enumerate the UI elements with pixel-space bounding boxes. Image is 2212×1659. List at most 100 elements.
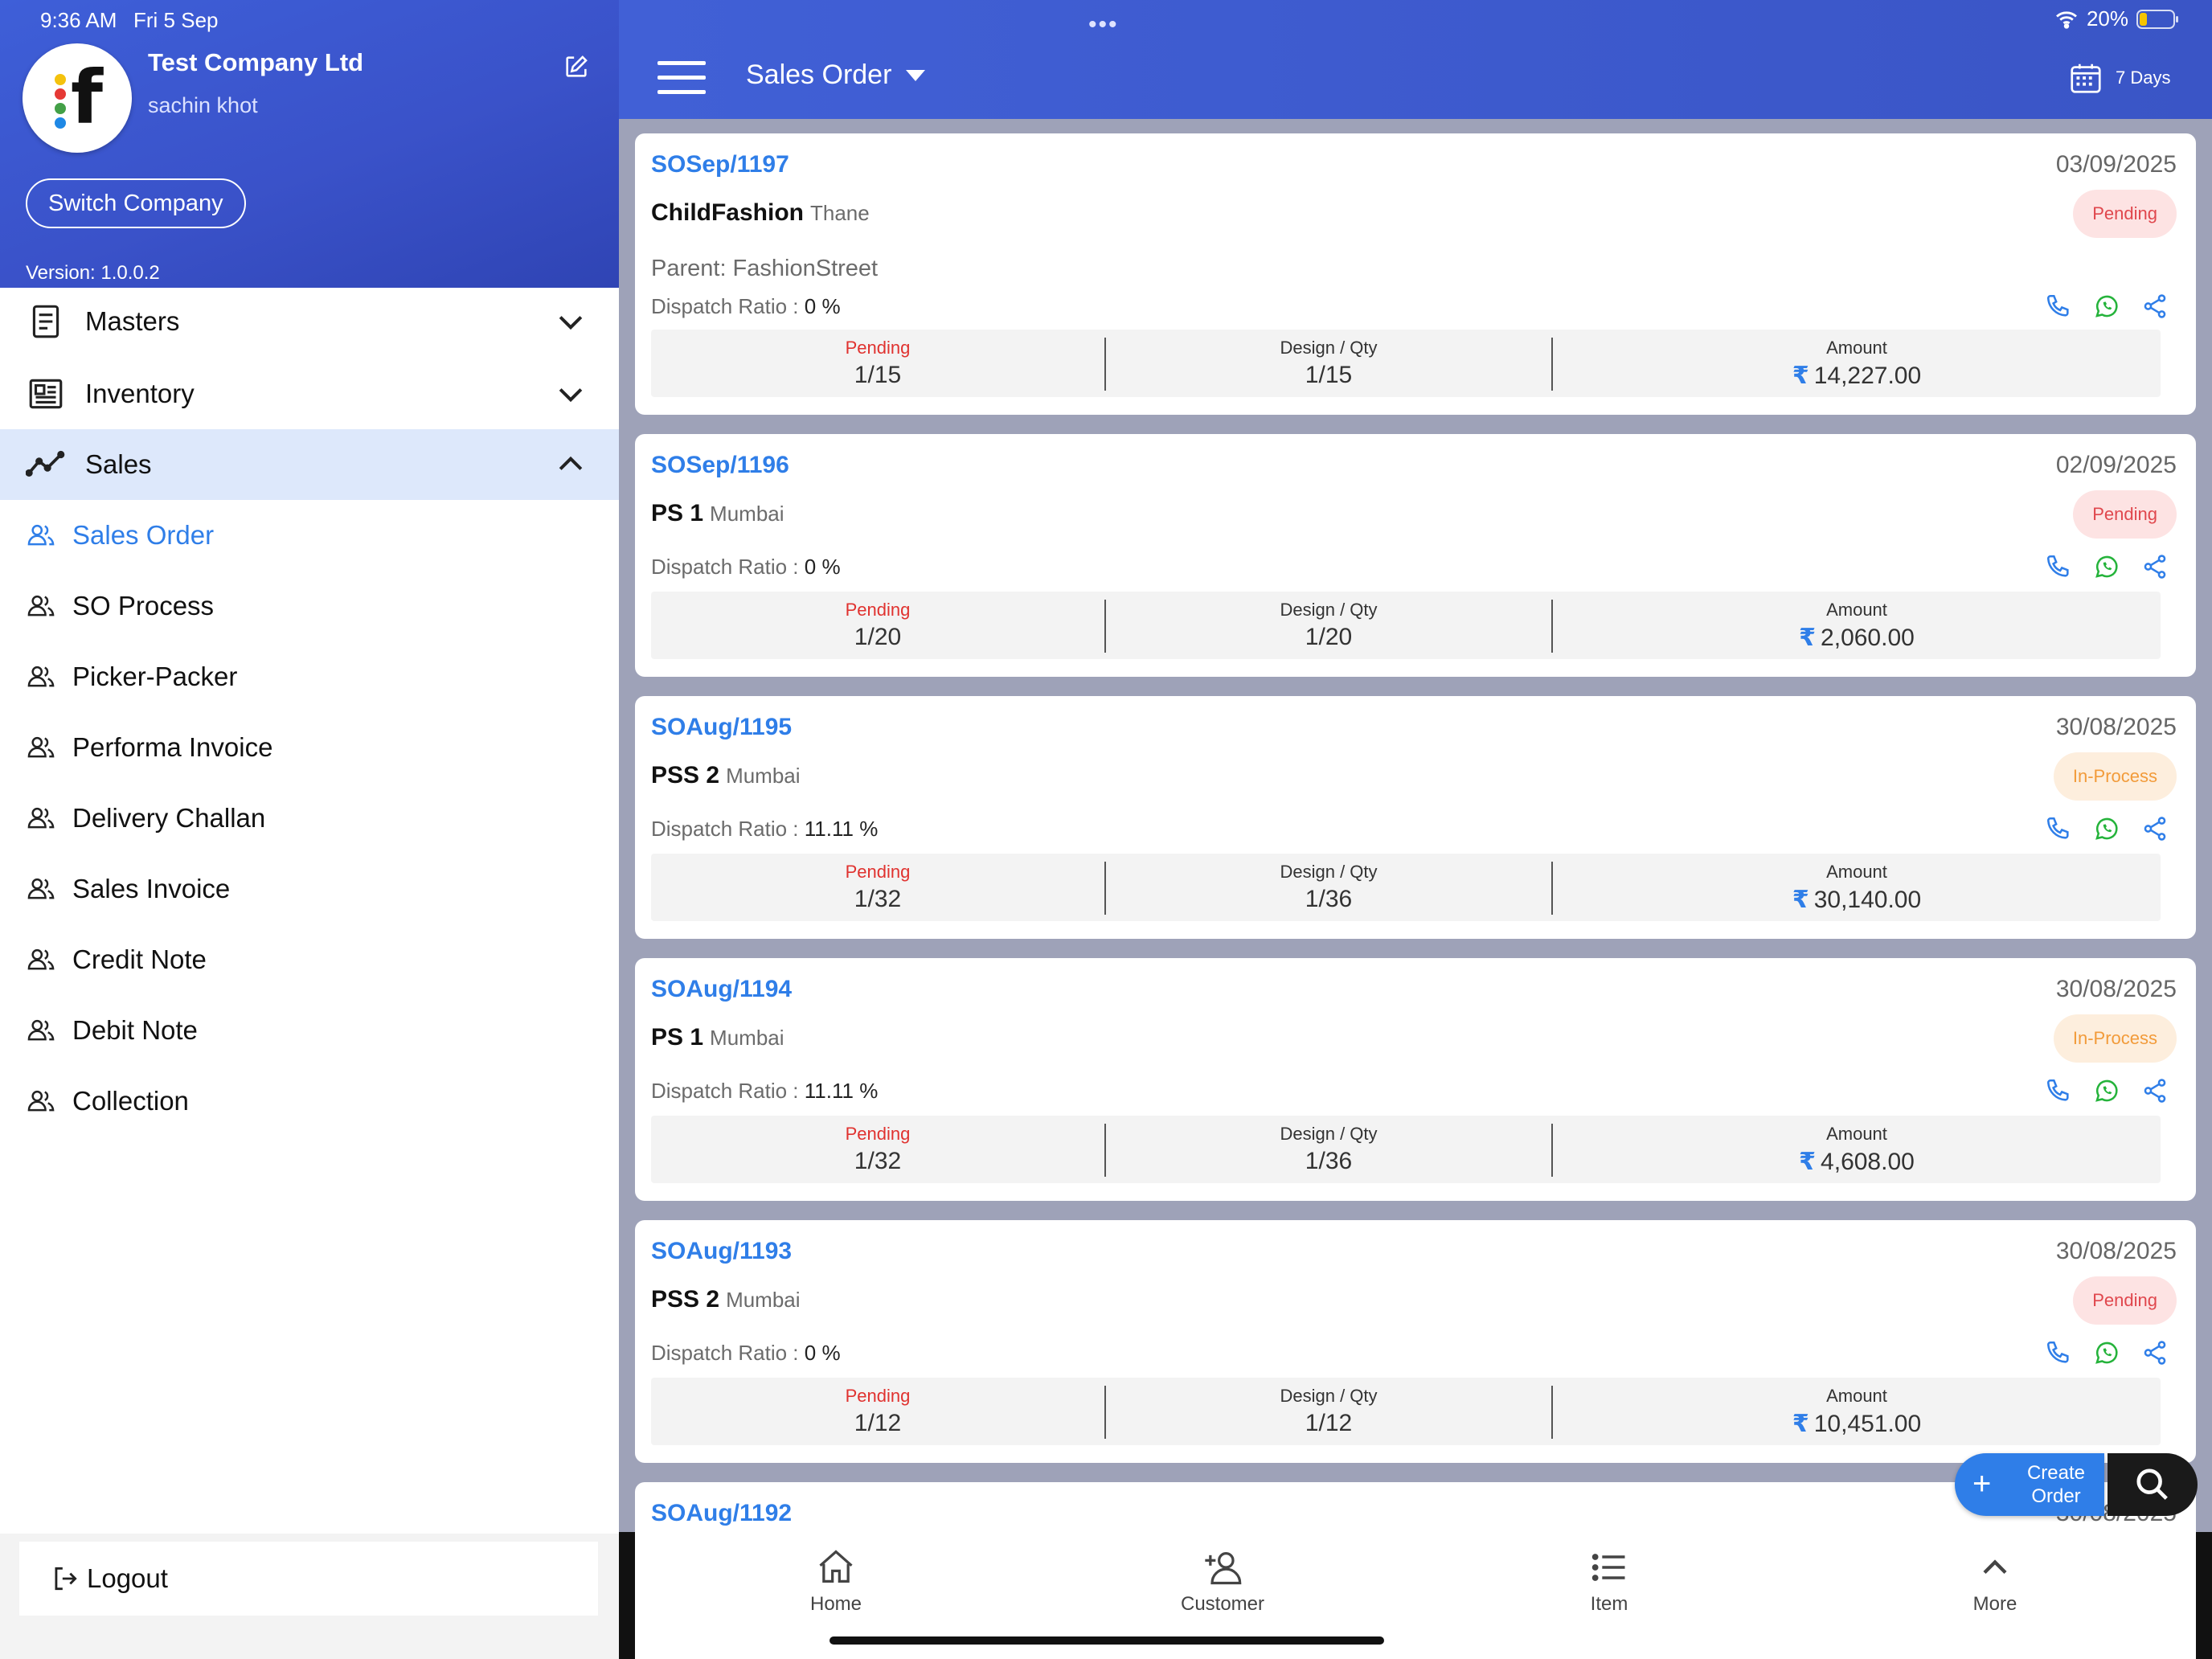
phone-icon[interactable] [2045, 815, 2072, 842]
order-stats: Pending 1/32 Design / Qty 1/36 Amount ₹30,140… [651, 854, 2161, 921]
plus-icon: + [1972, 1466, 1992, 1501]
sidebar-item-delivery-challan[interactable]: Delivery Challan [0, 784, 619, 852]
battery-percent: 20% [2086, 6, 2128, 31]
card-actions [2045, 815, 2169, 842]
party-city: Thane [810, 201, 870, 225]
sidebar-item-label: Delivery Challan [72, 803, 266, 833]
phone-icon[interactable] [2045, 1339, 2072, 1366]
sidebar-item-credit-note[interactable]: Credit Note [0, 926, 619, 993]
rupee-icon: ₹ [1792, 1411, 1809, 1437]
phone-icon[interactable] [2045, 293, 2072, 320]
date-range-button[interactable]: 7 Days [2067, 59, 2170, 96]
whatsapp-icon[interactable] [2093, 293, 2120, 320]
order-stats: Pending 1/15 Design / Qty 1/15 Amount ₹14,227… [651, 330, 2161, 397]
sidebar-item-so-process[interactable]: SO Process [0, 572, 619, 640]
menu-group-inventory[interactable]: Inventory [0, 358, 619, 429]
order-number[interactable]: SOSep/1197 [651, 151, 789, 178]
logout-button[interactable]: Logout [19, 1542, 598, 1616]
order-card[interactable]: SOSep/1197 03/09/2025 ChildFashion Thane Pen… [635, 133, 2196, 415]
sidebar-item-performa-invoice[interactable]: Performa Invoice [0, 714, 619, 781]
wifi-icon [2055, 10, 2077, 29]
menu-group-sales[interactable]: Sales [0, 429, 619, 500]
order-card[interactable]: SOAug/1194 30/08/2025 PS 1 Mumbai In-Process… [635, 958, 2196, 1201]
stat-design-qty: Design / Qty 1/36 [1280, 862, 1378, 912]
whatsapp-icon[interactable] [2093, 815, 2120, 842]
users-icon [27, 1019, 55, 1041]
newspaper-icon [29, 379, 63, 409]
status-badge: In-Process [2053, 1014, 2177, 1063]
nav-home[interactable]: Home [739, 1546, 932, 1627]
share-icon[interactable] [2141, 1339, 2169, 1366]
whatsapp-icon[interactable] [2093, 553, 2120, 580]
nav-customer[interactable]: Customer [1126, 1546, 1319, 1627]
edit-icon[interactable] [563, 53, 590, 80]
rupee-icon: ₹ [1792, 363, 1809, 389]
stat-amount: Amount ₹14,227.00 [1792, 338, 1922, 389]
menu-group-masters[interactable]: Masters [0, 286, 619, 357]
order-number[interactable]: SOAug/1195 [651, 714, 792, 741]
switch-company-button[interactable]: Switch Company [26, 178, 246, 228]
sidebar-item-sales-order[interactable]: Sales Order [0, 502, 619, 569]
order-number[interactable]: SOAug/1192 [651, 1500, 792, 1527]
status-badge: Pending [2073, 190, 2177, 238]
add-user-icon [1205, 1552, 1242, 1585]
phone-icon[interactable] [2045, 553, 2072, 580]
whatsapp-icon[interactable] [2093, 1339, 2120, 1366]
stat-pending: Pending 1/12 [845, 1386, 911, 1436]
dispatch-ratio: Dispatch Ratio : 0 % [651, 294, 841, 318]
order-date: 30/08/2025 [2055, 714, 2177, 740]
top-bar: ••• 20% Sales Order 7 Days [619, 0, 2212, 119]
order-number[interactable]: SOAug/1193 [651, 1238, 792, 1265]
share-icon[interactable] [2141, 815, 2169, 842]
calendar-icon [2071, 63, 2101, 93]
share-icon[interactable] [2141, 1077, 2169, 1104]
order-stats: Pending 1/12 Design / Qty 1/12 Amount ₹10,451… [651, 1378, 2161, 1445]
card-actions [2045, 1077, 2169, 1104]
whatsapp-icon[interactable] [2093, 1077, 2120, 1104]
document-icon [32, 305, 59, 338]
share-icon[interactable] [2141, 553, 2169, 580]
sidebar-item-label: Picker-Packer [72, 662, 238, 691]
sidebar-item-debit-note[interactable]: Debit Note [0, 997, 619, 1064]
create-order-button[interactable]: + Create Order [1955, 1453, 2104, 1516]
order-card[interactable]: SOAug/1193 30/08/2025 PSS 2 Mumbai Pending Di… [635, 1220, 2196, 1463]
share-icon[interactable] [2141, 293, 2169, 320]
stat-pending: Pending 1/32 [845, 1124, 911, 1174]
sidebar-item-collection[interactable]: Collection [0, 1067, 619, 1135]
nav-more[interactable]: More [1899, 1546, 2091, 1627]
status-time: 9:36 AM [40, 8, 117, 32]
order-card[interactable]: SOSep/1196 02/09/2025 PS 1 Mumbai Pending Dis… [635, 434, 2196, 677]
sidebar-item-picker-packer[interactable]: Picker-Packer [0, 643, 619, 711]
stat-amount: Amount ₹10,451.00 [1792, 1386, 1922, 1437]
menu-toggle-icon[interactable] [657, 61, 707, 96]
users-icon [27, 736, 55, 758]
caret-down-icon [906, 69, 926, 81]
order-card[interactable]: SOAug/1195 30/08/2025 PSS 2 Mumbai In-Proces… [635, 696, 2196, 939]
stat-pending: Pending 1/15 [845, 338, 911, 388]
users-icon [27, 807, 55, 829]
party-name: PSS 2 Mumbai [651, 762, 801, 789]
phone-icon[interactable] [2045, 1077, 2072, 1104]
order-number[interactable]: SOAug/1194 [651, 976, 792, 1003]
sidebar-item-sales-invoice[interactable]: Sales Invoice [0, 855, 619, 923]
company-name: Test Company Ltd [148, 48, 364, 76]
battery-icon [2136, 9, 2178, 29]
sidebar-item-label: Sales Order [72, 520, 215, 550]
card-actions [2045, 293, 2169, 320]
home-indicator [830, 1636, 1384, 1645]
order-date: 02/09/2025 [2055, 452, 2177, 478]
dispatch-ratio: Dispatch Ratio : 11.11 % [651, 817, 879, 841]
order-number[interactable]: SOSep/1196 [651, 452, 789, 479]
nav-item[interactable]: Item [1513, 1546, 1706, 1627]
nav-label: Home [809, 1593, 862, 1615]
users-icon [27, 878, 55, 899]
menu-group-label: Sales [85, 449, 152, 479]
party-name: PS 1 Mumbai [651, 500, 784, 526]
page-title-dropdown[interactable]: Sales Order [746, 59, 927, 91]
search-button[interactable] [2108, 1453, 2198, 1516]
order-date: 30/08/2025 [2055, 976, 2177, 1002]
chevron-down-icon [559, 388, 583, 403]
multitask-dots-icon[interactable]: ••• [1088, 11, 1119, 39]
rupee-icon: ₹ [1799, 625, 1817, 651]
logout-icon [55, 1567, 77, 1591]
